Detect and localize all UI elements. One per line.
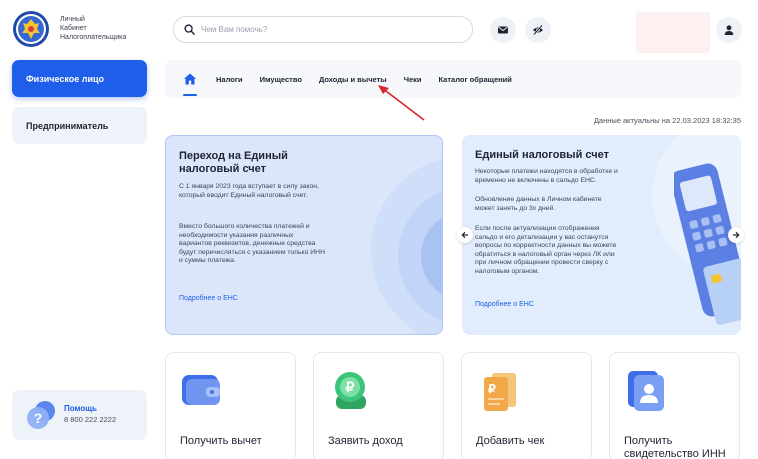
carousel-next-button[interactable]	[728, 227, 744, 243]
fns-emblem-icon	[13, 11, 49, 47]
active-tab-indicator	[183, 94, 197, 96]
service-card-declare-income[interactable]: ₽ Заявить доход	[313, 352, 444, 459]
service-card-add-receipt[interactable]: ₽ Добавить чек	[461, 352, 592, 459]
mail-icon	[498, 26, 508, 34]
id-card-icon	[628, 371, 664, 411]
profile-info-block[interactable]	[636, 12, 710, 53]
payment-terminal-illustration	[674, 163, 741, 326]
logo-line: Личный	[60, 16, 85, 23]
banner-title: Единый налоговый счет	[475, 149, 609, 161]
help-phone[interactable]: 8 800 222 2222	[64, 415, 116, 424]
ens-status-banner[interactable]: Единый налоговый счет Некоторые платежи …	[462, 135, 741, 335]
banner-paragraph: С 1 января 2023 года вступает в силу зак…	[179, 183, 319, 199]
carousel-prev-button[interactable]	[457, 227, 473, 243]
search-bar[interactable]	[173, 16, 473, 43]
logo-text: Личный Кабинет Налогоплательщика	[60, 15, 140, 42]
search-icon	[184, 24, 195, 35]
tab-property[interactable]: Имущество	[260, 75, 302, 84]
logo-line: Кабинет	[60, 25, 87, 32]
card-title: Добавить чек	[476, 435, 545, 447]
banner-title: Переход на Единый налоговый счет	[179, 150, 288, 175]
help-title: Помощь	[64, 404, 97, 413]
messages-button[interactable]	[490, 17, 516, 43]
hide-balances-button[interactable]	[525, 17, 551, 43]
logo-line: Налогоплательщика	[60, 34, 127, 41]
banner-more-link[interactable]: Подробнее о ЕНС	[179, 295, 238, 302]
arrow-left-icon	[461, 231, 468, 239]
home-icon[interactable]	[183, 72, 197, 86]
help-question-icon: ?	[27, 401, 55, 429]
profile-button[interactable]	[716, 17, 742, 43]
ens-transition-banner[interactable]: Переход на Единый налоговый счет С 1 янв…	[165, 135, 443, 335]
banner-paragraph: Обновление данных в Личном кабинете може…	[475, 196, 602, 212]
wallet-icon	[182, 375, 220, 405]
card-title: Получить свидетельство ИНН	[624, 435, 726, 459]
eye-off-icon	[533, 24, 543, 36]
service-card-inn-certificate[interactable]: Получить свидетельство ИНН	[609, 352, 740, 459]
svg-text:?: ?	[34, 410, 43, 426]
sidebar-item-entrepreneur[interactable]: Предприниматель	[12, 107, 147, 144]
data-updated-timestamp: Данные актуальны на 22.03.2023 18:32:35	[593, 116, 741, 125]
banner-paragraph: Вместо большого количества платежей и не…	[179, 223, 325, 265]
tab-taxes[interactable]: Налоги	[216, 75, 243, 84]
annotation-arrow	[378, 85, 425, 121]
card-title: Заявить доход	[328, 435, 403, 447]
svg-text:₽: ₽	[346, 379, 355, 395]
help-widget[interactable]: ? Помощь 8 800 222 2222	[12, 390, 147, 440]
receipt-icon: ₽	[484, 373, 516, 411]
sidebar-item-label: Физическое лицо	[26, 73, 105, 84]
ruble-coins-icon: ₽	[335, 372, 366, 409]
search-input[interactable]	[201, 25, 451, 34]
sidebar-item-individual[interactable]: Физическое лицо	[12, 60, 147, 97]
card-title: Получить вычет	[180, 435, 262, 447]
main-nav: Налоги Имущество Доходы и вычеты Чеки Ка…	[165, 60, 741, 98]
svg-text:₽: ₽	[488, 382, 496, 396]
user-icon	[724, 25, 734, 35]
sidebar-item-label: Предприниматель	[26, 120, 109, 131]
service-card-get-deduction[interactable]: Получить вычет	[165, 352, 296, 459]
banner-more-link[interactable]: Подробнее о ЕНС	[475, 301, 534, 308]
tab-appeals-catalog[interactable]: Каталог обращений	[439, 75, 512, 84]
banner-paragraph: Если после актуализации отображения саль…	[475, 225, 617, 275]
arrow-right-icon	[733, 231, 740, 239]
banner-paragraph: Некоторые платежи находятся в обработке …	[475, 168, 618, 184]
